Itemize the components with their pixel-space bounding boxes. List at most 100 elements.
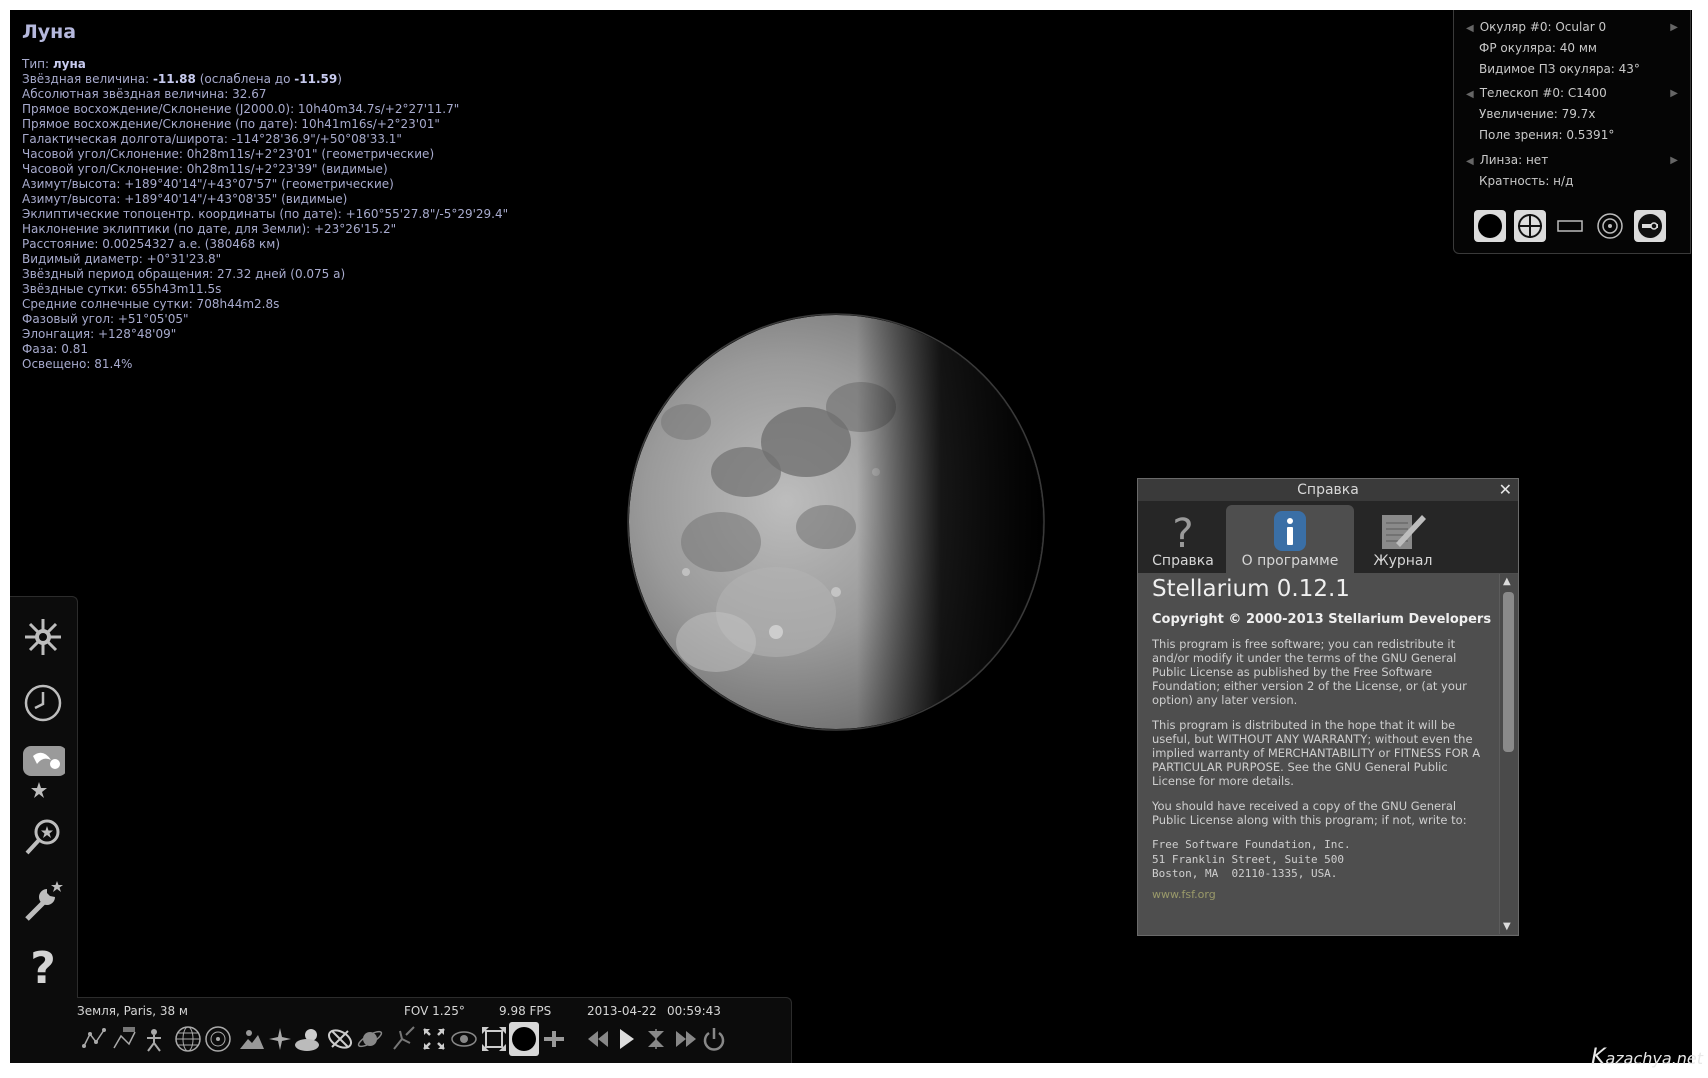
- info-icon: [1274, 511, 1306, 551]
- license-paragraph-2: This program is distributed in the hope …: [1152, 718, 1481, 788]
- tab-about-label: О программе: [1241, 553, 1339, 569]
- tab-log-label: Журнал: [1373, 553, 1433, 569]
- info-line: Элонгация: +128°48'09": [22, 327, 177, 341]
- object-info-panel: Тип: луна Звёздная величина: -11.88 (осл…: [22, 57, 508, 372]
- next-telescope-icon[interactable]: ▶: [1670, 88, 1678, 99]
- date-label: 2013-04-22: [587, 1004, 657, 1018]
- eyepiece-focal-length: ФР окуляра: 40 мм: [1479, 41, 1597, 55]
- equatorial-grid-icon[interactable]: [173, 1022, 203, 1056]
- scroll-down-icon[interactable]: ▼: [1503, 921, 1511, 932]
- lens-label: Линза: нет: [1479, 153, 1549, 167]
- about-content: Stellarium 0.12.1 Copyright © 2000-2013 …: [1138, 574, 1498, 934]
- scroll-up-icon[interactable]: ▲: [1503, 576, 1511, 587]
- configure-icon[interactable]: [1634, 210, 1666, 242]
- prev-lens-arrow-row[interactable]: ◀ Линза: нет: [1466, 153, 1548, 171]
- info-line: Видимый диаметр: +0°31'23.8": [22, 252, 222, 266]
- atmosphere-icon[interactable]: [293, 1022, 323, 1056]
- fsf-address: Free Software Foundation, Inc. 51 Frankl…: [1152, 838, 1351, 880]
- prev-eyepiece-icon[interactable]: ◀: [1466, 23, 1474, 34]
- tab-help[interactable]: ? Справка: [1144, 505, 1222, 573]
- info-line-type: Тип: луна: [22, 57, 86, 71]
- constellation-lines-icon[interactable]: [79, 1022, 109, 1056]
- magnification: Увеличение: 79.7x: [1479, 107, 1596, 121]
- fast-forward-icon[interactable]: [671, 1022, 701, 1056]
- moon-image[interactable]: [626, 312, 1046, 732]
- help-icon[interactable]: ?: [21, 943, 65, 987]
- prev-telescope-arrow-row[interactable]: ◀ Телескоп #0: C1400: [1466, 86, 1607, 104]
- cardinal-points-icon[interactable]: [265, 1022, 295, 1056]
- info-line: Звёздные сутки: 655h43m11.5s: [22, 282, 222, 296]
- info-line: Звёздный период обращения: 27.32 дней (0…: [22, 267, 346, 281]
- tab-log[interactable]: Журнал: [1360, 505, 1446, 573]
- ground-icon[interactable]: [237, 1022, 267, 1056]
- info-line: Часовой угол/Склонение: 0h28m11s/+2°23'0…: [22, 147, 435, 161]
- ccd-frame-icon[interactable]: [1554, 210, 1586, 242]
- fsf-link[interactable]: www.fsf.org: [1152, 888, 1498, 901]
- eyepiece-label: Окуляр #0: Ocular 0: [1479, 20, 1607, 34]
- rewind-icon[interactable]: [583, 1022, 613, 1056]
- info-line: Азимут/высота: +189°40'14"/+43°08'35" (в…: [22, 192, 348, 206]
- tab-about[interactable]: О программе: [1226, 505, 1354, 573]
- nebulae-icon[interactable]: [325, 1022, 355, 1056]
- left-toolbar: ?: [10, 596, 78, 1063]
- fullscreen-icon[interactable]: [479, 1022, 509, 1056]
- telrad-icon[interactable]: [1594, 210, 1626, 242]
- azimuthal-grid-icon[interactable]: [203, 1022, 233, 1056]
- info-line: Прямое восхождение/Склонение (J2000.0): …: [22, 102, 460, 116]
- scroll-thumb[interactable]: [1503, 592, 1514, 752]
- eyepiece-fov: Видимое ПЗ окуляра: 43°: [1479, 62, 1640, 76]
- info-line: Абсолютная звёздная величина: 32.67: [22, 87, 267, 101]
- prev-eyepiece-arrow-row[interactable]: ◀ Окуляр #0: Ocular 0: [1466, 20, 1606, 38]
- next-lens-icon[interactable]: ▶: [1670, 155, 1678, 166]
- info-line: Часовой угол/Склонение: 0h28m11s/+2°23'3…: [22, 162, 388, 176]
- info-line: Эклиптические топоцентр. координаты (по …: [22, 207, 509, 221]
- crosshair-icon[interactable]: [1514, 210, 1546, 242]
- now-icon[interactable]: [641, 1022, 671, 1056]
- svg-text:?: ?: [1172, 511, 1193, 553]
- info-line: Наклонение эклиптики (по дате, для Земли…: [22, 222, 397, 236]
- about-scrollbar[interactable]: ▲ ▼: [1499, 574, 1518, 934]
- dialog-tabs: ? Справка О программе Журнал: [1138, 501, 1518, 573]
- prev-lens-icon[interactable]: ◀: [1466, 156, 1474, 167]
- field-of-view: Поле зрения: 0.5391°: [1479, 128, 1615, 142]
- info-line: Фаза: 0.81: [22, 342, 88, 356]
- mount-mode-icon[interactable]: [419, 1022, 449, 1056]
- play-icon[interactable]: [611, 1022, 641, 1056]
- dialog-titlebar[interactable]: Справка ✕: [1138, 479, 1518, 501]
- sky-settings-icon[interactable]: [21, 615, 65, 659]
- notepad-pen-icon: [1382, 515, 1426, 549]
- quit-icon[interactable]: [699, 1022, 729, 1056]
- ocular-view-icon[interactable]: [1474, 210, 1506, 242]
- object-name: Луна: [22, 21, 77, 43]
- ocular-icon[interactable]: [509, 1022, 539, 1056]
- bottom-bar: Земля, Paris, 38 м FOV 1.25° 9.98 FPS 20…: [77, 997, 792, 1063]
- fps-label: 9.98 FPS: [499, 1004, 552, 1018]
- night-mode-icon[interactable]: [449, 1022, 479, 1056]
- next-eyepiece-icon[interactable]: ▶: [1670, 22, 1678, 33]
- info-line: Азимут/высота: +189°40'14"/+43°07'57" (г…: [22, 177, 394, 191]
- sky-view-icon[interactable]: [21, 743, 65, 799]
- info-line: Расстояние: 0.00254327 а.е. (380468 км): [22, 237, 281, 251]
- telescope-control-icon[interactable]: [539, 1022, 569, 1056]
- telescope-label: Телескоп #0: C1400: [1479, 86, 1607, 100]
- close-icon[interactable]: ✕: [1499, 479, 1512, 501]
- license-paragraph-3: You should have received a copy of the G…: [1152, 799, 1467, 827]
- planet-labels-icon[interactable]: [355, 1022, 385, 1056]
- prev-telescope-icon[interactable]: ◀: [1466, 89, 1474, 100]
- fov-label: FOV 1.25°: [404, 1004, 465, 1018]
- constellation-labels-icon[interactable]: [109, 1022, 139, 1056]
- clock-icon[interactable]: [21, 681, 65, 725]
- about-heading: Stellarium 0.12.1: [1152, 576, 1350, 602]
- about-copyright: Copyright © 2000-2013 Stellarium Develop…: [1152, 612, 1492, 627]
- lens-multiplier: Кратность: н/д: [1479, 174, 1574, 188]
- search-icon[interactable]: [21, 815, 65, 859]
- satellites-icon[interactable]: [389, 1022, 419, 1056]
- stellarium-window: Луна Тип: луна Звёздная величина: -11.88…: [10, 10, 1692, 1063]
- tab-help-label: Справка: [1152, 553, 1214, 569]
- ocular-buttons: [1474, 210, 1666, 242]
- configuration-icon[interactable]: [21, 879, 65, 923]
- help-dialog: Справка ✕ ? Справка О программе Журнал S…: [1137, 478, 1519, 936]
- svg-text:?: ?: [30, 943, 56, 987]
- location-label: Земля, Paris, 38 м: [77, 1004, 188, 1018]
- constellation-art-icon[interactable]: [139, 1022, 169, 1056]
